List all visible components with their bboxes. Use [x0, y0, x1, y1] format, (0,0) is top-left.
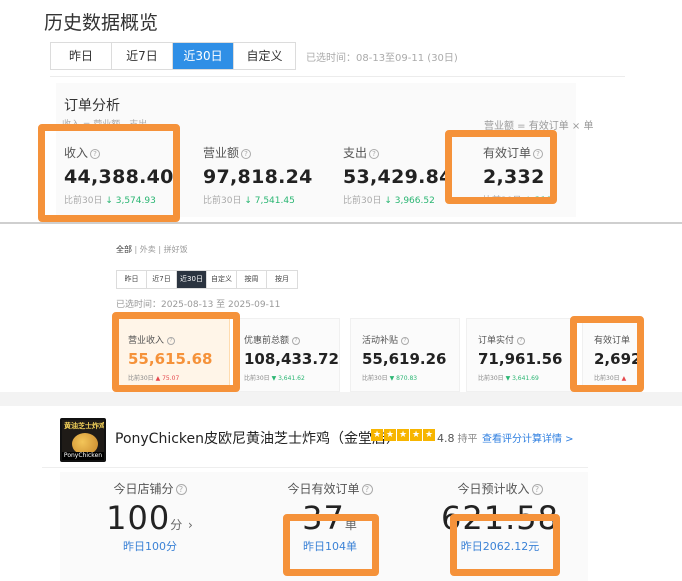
- metric-delta: ▼ 3,641.69: [505, 375, 539, 382]
- metric-order-paid: 订单实付 ? 71,961.56 比前30日 ▼ 3,641.69: [478, 333, 562, 382]
- tab-custom[interactable]: 自定义: [234, 43, 295, 69]
- tab-yesterday[interactable]: 昨日: [51, 43, 112, 69]
- help-icon[interactable]: ?: [175, 484, 187, 495]
- metric-compare-label: 比前30日: [343, 196, 382, 206]
- highlight-box: [112, 312, 240, 392]
- section-title: 订单分析: [64, 98, 120, 114]
- help-icon[interactable]: ?: [400, 337, 409, 345]
- highlight-box: [570, 316, 644, 392]
- tab-last-7-days[interactable]: 近7日: [112, 43, 173, 69]
- tab-last-30-days[interactable]: 近30日: [177, 271, 207, 288]
- metric-label: 优惠前总额: [244, 336, 290, 346]
- metric-compare-label: 比前30日: [203, 196, 242, 206]
- page-title: 历史数据概览: [44, 12, 159, 34]
- panel-shop-today: 黄油芝士炸鸡 PonyChicken PonyChicken皮欧尼黄油芝士炸鸡（…: [0, 406, 682, 581]
- help-icon[interactable]: ?: [361, 484, 373, 495]
- metric-delta: ↓ 7,541.45: [244, 196, 295, 206]
- metric-label: 今日店铺分: [113, 482, 174, 496]
- rating-detail-link[interactable]: 查看评分计算详情 >: [482, 430, 574, 445]
- rating-stars: ★ ★ ★ ★ ★: [371, 429, 436, 441]
- tab-yesterday[interactable]: 昨日: [117, 271, 147, 288]
- score-value: 4.8: [437, 432, 455, 445]
- metric-delta: ↓ 3,966.52: [384, 196, 435, 206]
- shop-logo: 黄油芝士炸鸡 PonyChicken: [60, 418, 106, 462]
- help-icon[interactable]: ?: [369, 149, 380, 159]
- metric-compare-label: 比前30日: [362, 375, 388, 382]
- help-icon[interactable]: ?: [531, 484, 543, 495]
- date-range-tabs: 昨日 近7日 近30日 自定义: [50, 42, 296, 70]
- logo-bar: PonyChicken: [62, 452, 104, 460]
- metric-value: 55,619.26: [362, 350, 447, 368]
- logo-tag: 黄油芝士炸鸡: [64, 422, 106, 430]
- highlight-box: [283, 514, 379, 576]
- highlight-box: [450, 514, 560, 576]
- tab-last-30-days[interactable]: 近30日: [173, 43, 234, 69]
- highlight-box: [445, 130, 557, 204]
- panel-business-overview: 全部 | 外卖 | 拼好饭 昨日 近7日 近30日 自定义 按周 按月 已选时间…: [0, 224, 682, 392]
- star-icon: ★: [423, 429, 435, 441]
- help-icon[interactable]: ?: [241, 149, 252, 159]
- metric-delta: ▼ 3,641.62: [271, 375, 305, 382]
- metric-value: 71,961.56: [478, 350, 563, 368]
- help-icon[interactable]: ?: [516, 337, 525, 345]
- selected-range: 已选时间：2025-08-13 至 2025-09-11: [116, 300, 281, 310]
- metric-value: 97,818.24: [203, 166, 313, 188]
- channel-filter: 全部 | 外卖 | 拼好饭: [116, 245, 188, 254]
- metric-value: 53,429.84: [343, 166, 453, 188]
- tab-last-7-days[interactable]: 近7日: [147, 271, 177, 288]
- metric-revenue: 营业额? 97,818.24 比前30日 ↓ 7,541.45: [203, 144, 313, 206]
- metric-label: 营业额: [203, 146, 240, 160]
- score-trend: 持平: [457, 434, 478, 445]
- date-range-tabs: 昨日 近7日 近30日 自定义 按周 按月: [116, 270, 298, 289]
- screenshot-divider: [0, 392, 682, 406]
- divider: [50, 76, 625, 77]
- selected-range: 已选时间：08-13至09-11 (30日): [306, 53, 458, 64]
- metric-label: 活动补贴: [362, 336, 399, 346]
- metric-label: 支出: [343, 146, 368, 160]
- star-icon: ★: [384, 429, 396, 441]
- filter-pinhaofan[interactable]: 拼好饭: [164, 245, 188, 254]
- filter-all[interactable]: 全部: [116, 245, 132, 254]
- tab-by-month[interactable]: 按月: [267, 271, 297, 288]
- star-icon: ★: [397, 429, 409, 441]
- metric-delta: ▼ 870.83: [389, 375, 418, 382]
- metric-label: 今日有效订单: [287, 482, 360, 496]
- metric-value: 100: [106, 499, 171, 537]
- tab-by-week[interactable]: 按周: [237, 271, 267, 288]
- tab-custom[interactable]: 自定义: [207, 271, 237, 288]
- help-icon[interactable]: ?: [291, 337, 300, 345]
- metric-activity-subsidy: 活动补贴 ? 55,619.26 比前30日 ▼ 870.83: [362, 333, 446, 382]
- metric-compare-label: 比前30日: [478, 375, 504, 382]
- metric-expense: 支出? 53,429.84 比前30日 ↓ 3,966.52: [343, 144, 453, 206]
- filter-waimai[interactable]: 外卖: [140, 245, 156, 254]
- metric-unit[interactable]: 分 ›: [170, 518, 194, 532]
- star-icon: ★: [410, 429, 422, 441]
- metric-compare: 昨日100分: [123, 540, 177, 553]
- metric-label: 订单实付: [478, 336, 515, 346]
- metric-label: 今日预计收入: [457, 482, 530, 496]
- rating-score: 4.8 持平: [437, 430, 478, 445]
- highlight-box: [38, 124, 180, 222]
- panel-order-analysis: 历史数据概览 昨日 近7日 近30日 自定义 已选时间：08-13至09-11 …: [0, 0, 682, 222]
- metric-pre-discount-total: 优惠前总额 ? 108,433.72 比前30日 ▼ 3,641.62: [244, 333, 339, 382]
- star-icon: ★: [371, 429, 383, 441]
- metric-shop-score: 今日店铺分? 100分 › 昨日100分: [60, 480, 240, 554]
- shop-name: PonyChicken皮欧尼黄油芝士炸鸡（金堂店）: [115, 431, 400, 447]
- metric-value: 108,433.72: [244, 350, 339, 368]
- metric-compare-label: 比前30日: [244, 375, 270, 382]
